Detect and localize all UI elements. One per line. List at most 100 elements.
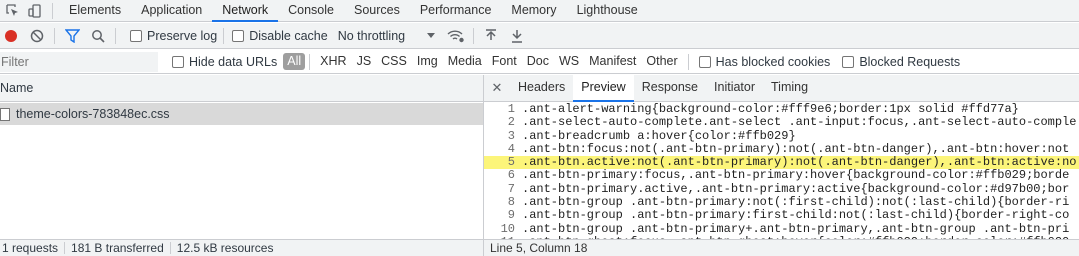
separator xyxy=(54,27,55,44)
line-number: 8 xyxy=(507,195,515,210)
filter-type-xhr[interactable]: XHR xyxy=(316,53,350,70)
code-text: .ant-alert-warning{background-color:#fff… xyxy=(522,103,1019,116)
tab-sources[interactable]: Sources xyxy=(344,0,410,22)
code-text: .ant-btn-group .ant-btn-primary:not(:fir… xyxy=(522,195,1070,210)
name-column-header[interactable]: Name xyxy=(0,75,483,102)
tab-preview[interactable]: Preview xyxy=(573,74,634,102)
code-line: 8 .ant-btn-group .ant-btn-primary:not(:fi… xyxy=(484,195,1079,210)
preview-code-viewer[interactable]: 1 .ant-alert-warning{background-color:#ff… xyxy=(484,103,1079,239)
code-text: .ant-btn-primary:focus,.ant-btn-primary:… xyxy=(522,168,1070,183)
detail-tabbar: ✕ Headers Preview Response Initiator Timing xyxy=(484,74,1079,102)
search-icon[interactable] xyxy=(87,25,109,47)
code-line: 10 .ant-btn-group .ant-btn-primary+.ant-b… xyxy=(484,221,1079,236)
inspect-element-icon[interactable] xyxy=(2,0,24,22)
filter-bar: Hide data URLs All XHRJSCSSImgMediaFontDo… xyxy=(0,50,1079,74)
code-text: .ant-btn.active:not(.ant-btn-primary):no… xyxy=(522,155,1077,170)
checkbox-box[interactable] xyxy=(698,55,711,68)
disable-cache-label: Disable cache xyxy=(249,28,328,43)
device-toolbar-icon[interactable] xyxy=(24,0,46,22)
filter-type-img[interactable]: Img xyxy=(413,53,442,70)
tab-network[interactable]: Network xyxy=(212,0,279,22)
code-text: .ant-btn:focus:not(.ant-btn-primary):not… xyxy=(522,141,1070,156)
has-blocked-cookies-checkbox[interactable]: Has blocked cookies xyxy=(698,54,831,69)
name-column-label: Name xyxy=(0,81,34,95)
network-conditions-icon[interactable] xyxy=(445,25,467,47)
chevron-down-icon xyxy=(427,33,436,38)
preserve-log-label: Preserve log xyxy=(147,28,218,43)
checkbox-box[interactable] xyxy=(232,29,245,42)
filter-type-js[interactable]: JS xyxy=(353,53,376,70)
cursor-position-status: Line 5, Column 18 xyxy=(484,239,1079,256)
resources-size: 12.5 kB resources xyxy=(176,241,274,255)
checkbox-box[interactable] xyxy=(130,29,142,42)
code-text: .ant-btn-primary.active,.ant-btn-primary… xyxy=(522,181,1070,196)
filter-type-ws[interactable]: WS xyxy=(555,53,583,70)
code-text: .ant-breadcrumb a:hover{color:#ffb029} xyxy=(522,128,796,143)
blocked-requests-checkbox[interactable]: Blocked Requests xyxy=(842,55,960,69)
code-line: 6 .ant-btn-primary:focus,.ant-btn-primary… xyxy=(484,168,1079,183)
export-har-icon[interactable] xyxy=(506,25,528,47)
record-icon[interactable] xyxy=(0,25,22,47)
request-name: theme-colors-783848ec.css xyxy=(16,107,170,121)
filter-input[interactable] xyxy=(0,51,158,72)
code-line: 7 .ant-btn-primary.active,.ant-btn-primar… xyxy=(484,181,1079,196)
code-line: 3 .ant-breadcrumb a:hover{color:#ffb029} xyxy=(484,128,1079,143)
tab-timing[interactable]: Timing xyxy=(763,75,816,102)
filter-type-other[interactable]: Other xyxy=(642,53,681,70)
code-line: 9 .ant-btn-group .ant-btn-primary:first-c… xyxy=(484,208,1079,223)
devtools-main-tabbar: Elements Application Network Console Sources… xyxy=(0,0,1079,22)
filter-type-css[interactable]: CSS xyxy=(377,53,411,70)
separator xyxy=(115,27,116,44)
code-text: .ant-select-auto-complete.ant-select .an… xyxy=(522,115,1077,130)
separator xyxy=(52,2,53,19)
line-number: 6 xyxy=(507,168,515,183)
checkbox-box[interactable] xyxy=(842,55,855,68)
tab-elements[interactable]: Elements xyxy=(59,0,131,22)
tab-response[interactable]: Response xyxy=(634,75,706,102)
code-line: 5 .ant-btn.active:not(.ant-btn-primary):n… xyxy=(484,155,1079,170)
line-number: 4 xyxy=(507,141,515,156)
line-number: 1 xyxy=(507,103,515,116)
separator xyxy=(223,27,225,44)
tab-memory[interactable]: Memory xyxy=(501,0,566,22)
filter-type-all[interactable]: All xyxy=(283,53,306,70)
filter-type-font[interactable]: Font xyxy=(488,53,521,70)
preserve-log-checkbox[interactable]: Preserve log xyxy=(130,29,217,43)
tab-performance[interactable]: Performance xyxy=(410,0,502,22)
tab-headers[interactable]: Headers xyxy=(510,75,573,102)
close-icon[interactable]: ✕ xyxy=(484,80,510,96)
has-blocked-cookies-label: Has blocked cookies xyxy=(715,54,831,69)
network-summary-bar: 1 requests 181 B transferred 12.5 kB res… xyxy=(0,239,483,256)
filter-type-manifest[interactable]: Manifest xyxy=(585,53,640,70)
separator xyxy=(687,53,689,70)
tab-console[interactable]: Console xyxy=(278,0,344,22)
line-number: 3 xyxy=(507,128,515,143)
transferred-size: 181 B transferred xyxy=(71,241,164,255)
hide-data-urls-checkbox[interactable]: Hide data URLs xyxy=(172,55,277,69)
separator xyxy=(309,53,311,70)
request-count: 1 requests xyxy=(2,241,59,255)
file-icon xyxy=(0,107,10,121)
clear-icon[interactable] xyxy=(26,25,48,47)
table-row[interactable]: theme-colors-783848ec.css xyxy=(0,103,483,125)
separator xyxy=(473,27,475,44)
import-har-icon[interactable] xyxy=(480,25,502,47)
code-text: .ant-btn-group .ant-btn-primary:first-ch… xyxy=(522,208,1070,223)
line-number: 10 xyxy=(500,221,515,236)
throttling-value: No throttling xyxy=(337,28,406,43)
line-number: 9 xyxy=(507,208,515,223)
tab-initiator[interactable]: Initiator xyxy=(706,75,763,102)
throttling-select[interactable]: No throttling xyxy=(337,28,436,43)
code-line: 2 .ant-select-auto-complete.ant-select .a… xyxy=(484,115,1079,130)
hide-data-urls-label: Hide data URLs xyxy=(189,54,278,69)
filter-type-doc[interactable]: Doc xyxy=(523,53,553,70)
code-text: .ant-btn-group .ant-btn-primary+.ant-btn… xyxy=(522,221,1070,236)
tab-application[interactable]: Application xyxy=(131,0,212,22)
checkbox-box[interactable] xyxy=(172,55,184,68)
filter-type-media[interactable]: Media xyxy=(444,53,486,70)
disable-cache-checkbox[interactable]: Disable cache xyxy=(232,29,328,43)
code-line: 1 .ant-alert-warning{background-color:#ff… xyxy=(484,103,1079,116)
network-toolbar: Preserve log Disable cache No throttling xyxy=(0,23,1079,49)
filter-icon[interactable] xyxy=(61,25,83,47)
tab-lighthouse[interactable]: Lighthouse xyxy=(567,0,648,22)
